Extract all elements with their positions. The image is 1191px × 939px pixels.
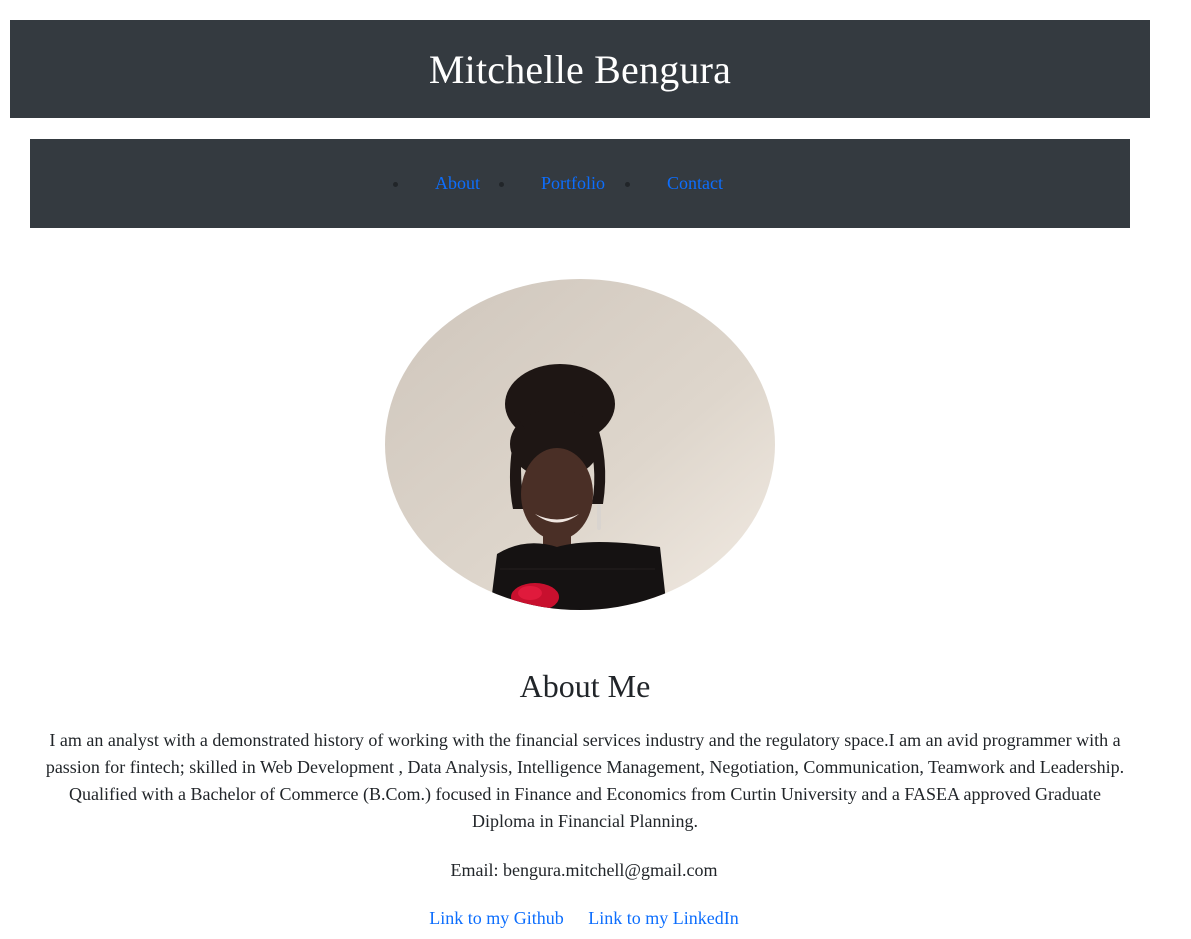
nav-item-contact: Contact — [622, 139, 723, 228]
nav-item-portfolio: Portfolio — [496, 139, 605, 228]
main-nav: About Portfolio Contact — [30, 139, 1130, 228]
nav-item-about: About — [390, 139, 480, 228]
bullet-icon — [499, 182, 504, 187]
github-link[interactable]: Link to my Github — [429, 908, 564, 928]
social-links: Link to my Github Link to my LinkedIn — [0, 908, 1168, 929]
profile-photo — [385, 279, 775, 610]
site-header: Mitchelle Bengura — [10, 20, 1150, 118]
nav-link-about[interactable]: About — [435, 173, 480, 194]
email-text: Email: bengura.mitchell@gmail.com — [450, 860, 718, 880]
bullet-icon — [393, 182, 398, 187]
about-heading: About Me — [519, 668, 651, 704]
about-bio: I am an analyst with a demonstrated hist… — [45, 730, 1125, 831]
site-title: Mitchelle Bengura — [428, 46, 732, 92]
bullet-icon — [625, 182, 630, 187]
nav-link-contact[interactable]: Contact — [667, 173, 723, 194]
linkedin-link[interactable]: Link to my LinkedIn — [588, 908, 738, 928]
nav-link-portfolio[interactable]: Portfolio — [541, 173, 605, 194]
